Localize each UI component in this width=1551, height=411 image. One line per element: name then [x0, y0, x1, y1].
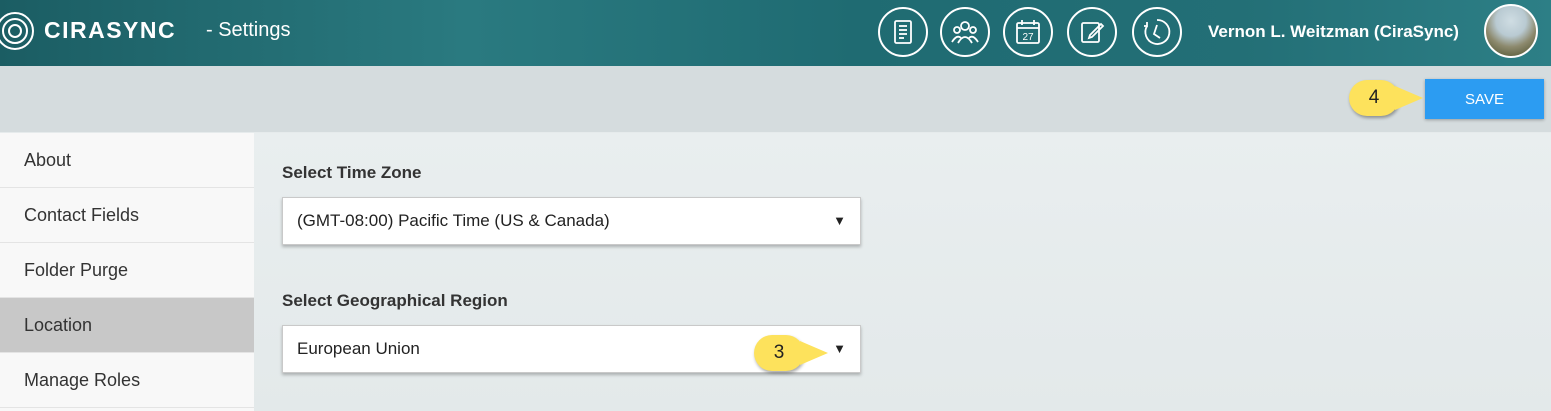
- timezone-label: Select Time Zone: [282, 163, 422, 182]
- timezone-select[interactable]: (GMT-08:00) Pacific Time (US & Canada) ▼: [282, 197, 861, 245]
- cirasync-logo-icon: [0, 12, 34, 50]
- avatar[interactable]: [1484, 4, 1538, 58]
- clock-icon[interactable]: [1132, 7, 1182, 57]
- callout-badge-region: 3: [754, 335, 828, 371]
- page-title: - Settings: [206, 19, 291, 41]
- location-settings-panel: Select Time Zone (GMT-08:00) Pacific Tim…: [254, 133, 1551, 411]
- settings-sidebar: About Contact Fields Folder Purge Locati…: [0, 133, 254, 411]
- calendar-icon[interactable]: 27: [1003, 7, 1053, 57]
- sidebar-item-folder-purge[interactable]: Folder Purge: [0, 243, 254, 298]
- user-name[interactable]: Vernon L. Weitzman (CiraSync): [1208, 22, 1459, 42]
- contacts-list-icon[interactable]: [878, 7, 928, 57]
- caret-down-icon: ▼: [833, 213, 846, 228]
- save-button[interactable]: SAVE: [1425, 79, 1544, 119]
- callout-number: 3: [773, 342, 785, 363]
- edit-icon[interactable]: [1067, 7, 1117, 57]
- sidebar-item-contact-fields[interactable]: Contact Fields: [0, 188, 254, 243]
- callout-number: 4: [1368, 87, 1380, 108]
- region-value: European Union: [297, 339, 420, 358]
- calendar-day: 27: [1022, 32, 1034, 43]
- region-label: Select Geographical Region: [282, 291, 508, 310]
- timezone-value: (GMT-08:00) Pacific Time (US & Canada): [297, 211, 610, 230]
- sidebar-item-manage-roles[interactable]: Manage Roles: [0, 353, 254, 408]
- sidebar-item-about[interactable]: About: [0, 133, 254, 188]
- caret-down-icon: ▼: [833, 341, 846, 356]
- brand-name: CIRASYNC: [44, 17, 177, 43]
- action-toolbar: 4 SAVE: [0, 66, 1551, 132]
- people-icon[interactable]: [940, 7, 990, 57]
- app-header: CIRASYNC - Settings 27 Vernon L. Weitzma…: [0, 0, 1551, 66]
- sidebar-item-location[interactable]: Location: [0, 298, 254, 353]
- callout-badge-save: 4: [1349, 80, 1423, 116]
